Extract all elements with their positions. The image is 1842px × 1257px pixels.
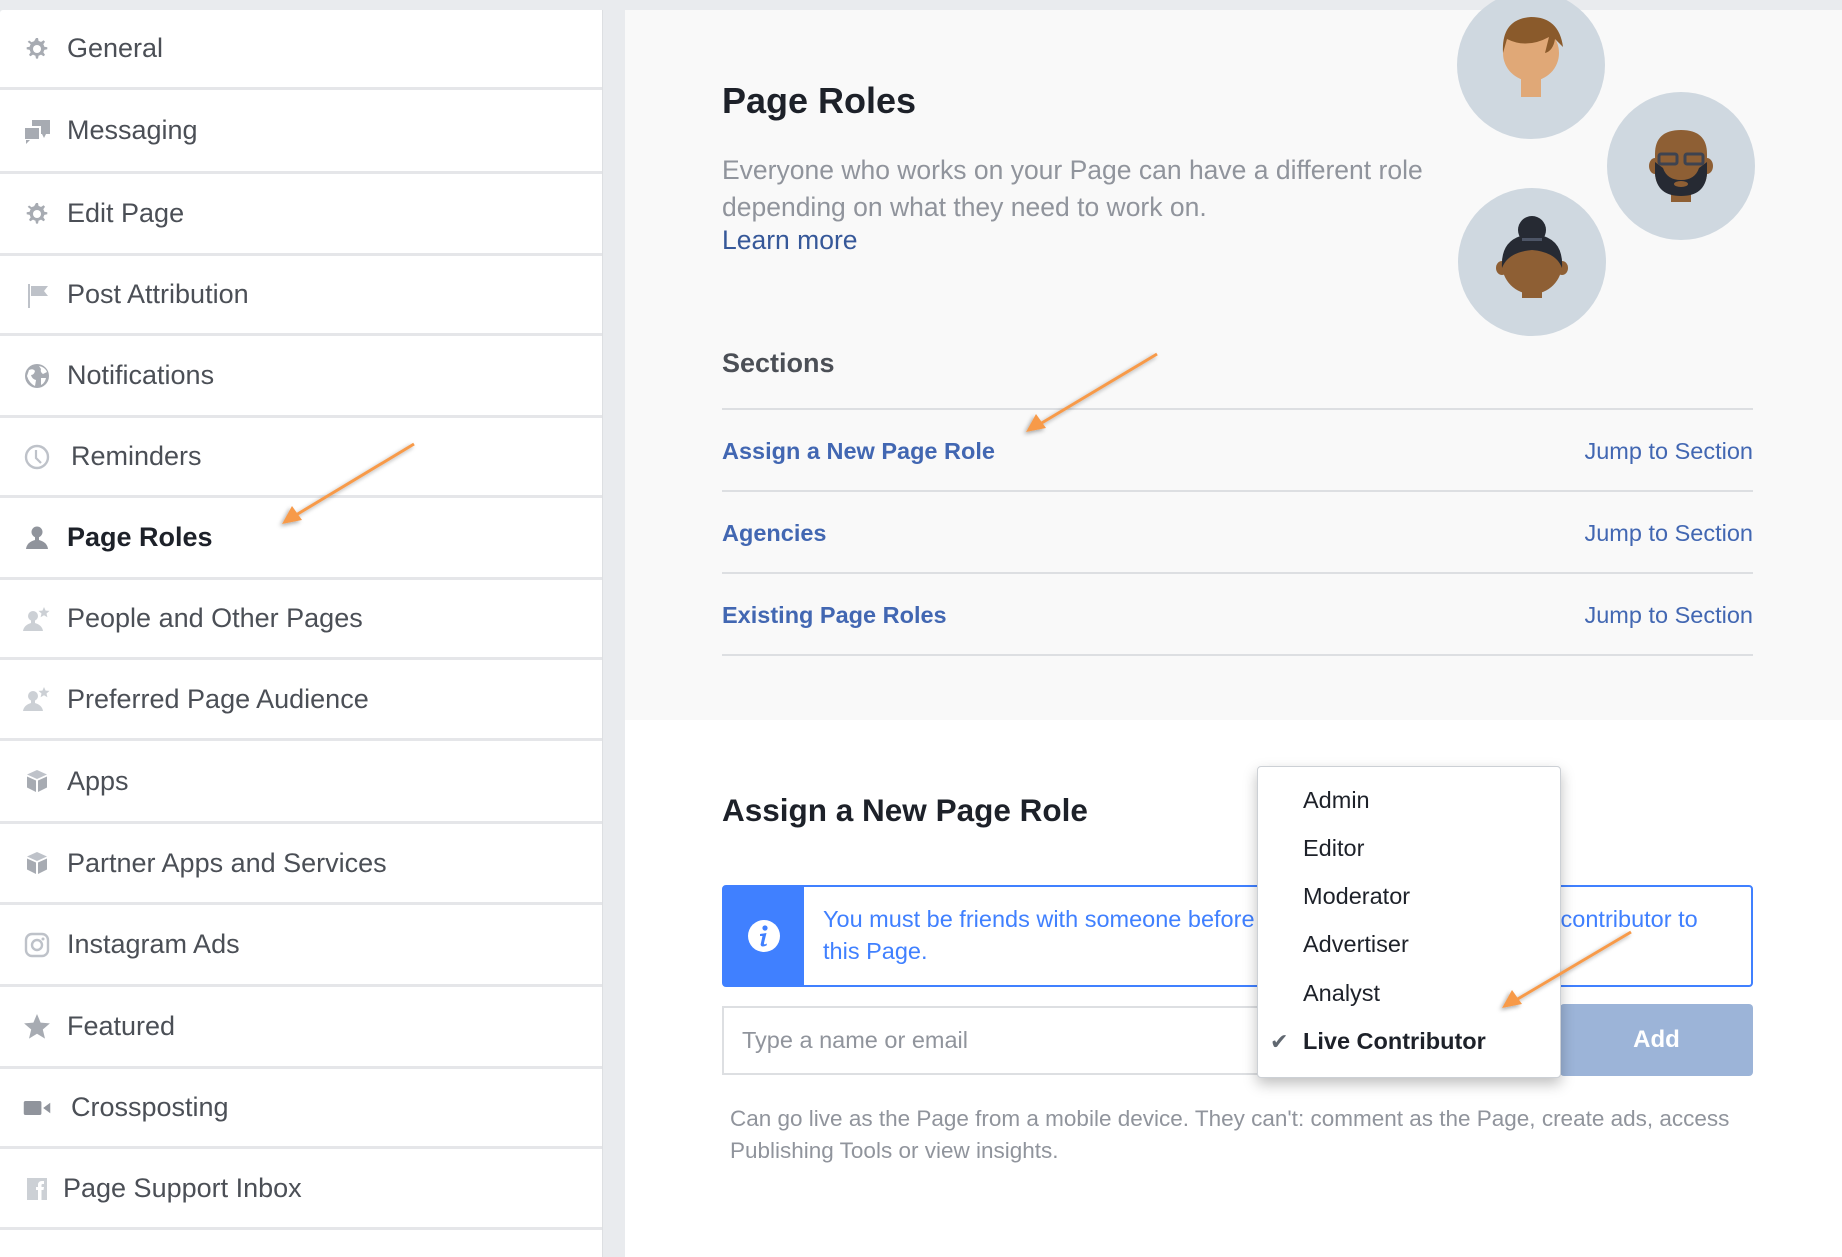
info-text-left: You must be friends with someone before [823,906,1255,932]
person-star-icon [22,684,52,714]
person-star-icon [22,604,52,634]
avatar-illustration-woman [1457,0,1605,139]
sidebar-item-label: Notifications [67,360,215,390]
role-dropdown-menu[interactable]: Admin Editor Moderator Advertiser Analys… [1257,766,1561,1078]
sidebar-item-label: Messaging [67,115,198,145]
sidebar-item-messaging[interactable]: Messaging [0,90,602,174]
role-option-editor[interactable]: Editor [1303,835,1364,862]
sidebar-item-reminders[interactable]: Reminders [0,418,602,498]
woman-face-icon [1502,17,1563,97]
sidebar-item-label: Reminders [71,441,202,471]
sidebar-item-label: Page Roles [67,522,213,552]
jump-to-section-agencies[interactable]: Jump to Section [1584,520,1753,547]
role-option-moderator[interactable]: Moderator [1303,883,1410,910]
sections-divider [722,490,1753,492]
main-panel: Page Roles Everyone who works on your Pa… [625,0,1842,1257]
role-option-advertiser[interactable]: Advertiser [1303,931,1409,958]
page-roles-description: Everyone who works on your Page can have… [722,155,1423,222]
sidebar-item-label: Apps [67,765,129,796]
checkmark-icon: ✔ [1270,1029,1289,1054]
facebook-icon [22,1173,52,1203]
role-option-analyst[interactable]: Analyst [1303,980,1380,1007]
sidebar-item-label: General [67,33,164,63]
flag-icon [22,280,52,310]
sidebar-item-page-support-inbox[interactable]: Page Support Inbox [0,1149,602,1230]
person-icon [22,523,52,553]
sections-heading: Sections [722,348,835,378]
section-link-assign-new-page-role[interactable]: Assign a New Page Role [722,438,995,465]
sidebar-item-label: Partner Apps and Services [67,847,387,878]
star-icon [22,1012,52,1042]
info-text-line2: this Page. [823,938,928,964]
sidebar-item-partner-apps-and-services[interactable]: Partner Apps and Services [0,824,602,905]
sidebar-item-post-attribution[interactable]: Post Attribution [0,256,602,336]
sidebar-item-label: Crossposting [71,1092,229,1122]
assign-role-heading: Assign a New Page Role [722,792,1088,828]
info-text-right: contributor to [1560,906,1698,932]
sidebar-item-people-and-other-pages[interactable]: People and Other Pages [0,580,602,660]
section-link-existing-page-roles[interactable]: Existing Page Roles [722,602,947,629]
sidebar-item-label: Post Attribution [67,279,249,309]
jump-to-section-existing[interactable]: Jump to Section [1584,602,1753,629]
sidebar-item-featured[interactable]: Featured [0,987,602,1069]
page-roles-overview: Page Roles Everyone who works on your Pa… [625,0,1842,720]
info-icon-block [724,887,804,985]
cube-icon [22,848,52,878]
sections-divider [722,408,1753,410]
video-camera-icon [22,1093,52,1123]
sidebar-item-edit-page[interactable]: Edit Page [0,174,602,256]
section-link-agencies[interactable]: Agencies [722,520,827,547]
sidebar-item-crossposting[interactable]: Crossposting [0,1069,602,1149]
info-icon [748,920,780,952]
sections-divider [722,572,1753,574]
globe-icon [22,361,52,391]
bearded-man-face-icon [1649,130,1713,202]
woman-bun-face-icon [1496,216,1568,298]
add-button[interactable]: Add [1560,1004,1753,1076]
settings-sidebar: General Messaging Edit Page Post Attributio… [0,10,603,1257]
sidebar-item-instagram-ads[interactable]: Instagram Ads [0,905,602,987]
avatar-illustration-man [1607,92,1755,240]
sidebar-item-label: People and Other Pages [67,603,363,633]
input-placeholder: Type a name or email [742,1027,968,1053]
gear-icon [22,199,52,229]
info-notice: You must be friends with someone before c… [722,885,1753,987]
gear-icon [22,34,52,64]
sidebar-item-label: Featured [67,1011,176,1041]
role-option-live-contributor[interactable]: Live Contributor [1303,1028,1486,1055]
clock-icon [22,442,52,472]
sidebar-item-notifications[interactable]: Notifications [0,336,602,418]
sidebar-item-apps[interactable]: Apps [0,741,602,824]
sections-divider [722,654,1753,656]
chat-bubbles-icon [22,116,52,146]
sidebar-item-label: Edit Page [67,198,185,228]
avatar-illustration-woman-bun [1458,188,1606,336]
sidebar-item-preferred-page-audience[interactable]: Preferred Page Audience [0,660,602,741]
sidebar-item-general[interactable]: General [0,10,602,90]
sidebar-item-label: Instagram Ads [67,929,240,959]
page-title: Page Roles [722,80,917,121]
role-option-admin[interactable]: Admin [1303,787,1370,814]
sidebar-item-label: Page Support Inbox [63,1172,302,1203]
learn-more-link[interactable]: Learn more [722,225,858,256]
instagram-icon [22,930,52,960]
jump-to-section-assign[interactable]: Jump to Section [1584,438,1753,465]
role-description-help: Can go live as the Page from a mobile de… [730,1106,1730,1163]
cube-icon [22,766,52,796]
sidebar-item-label: Preferred Page Audience [67,683,369,714]
sidebar-item-page-roles[interactable]: Page Roles [0,498,602,580]
